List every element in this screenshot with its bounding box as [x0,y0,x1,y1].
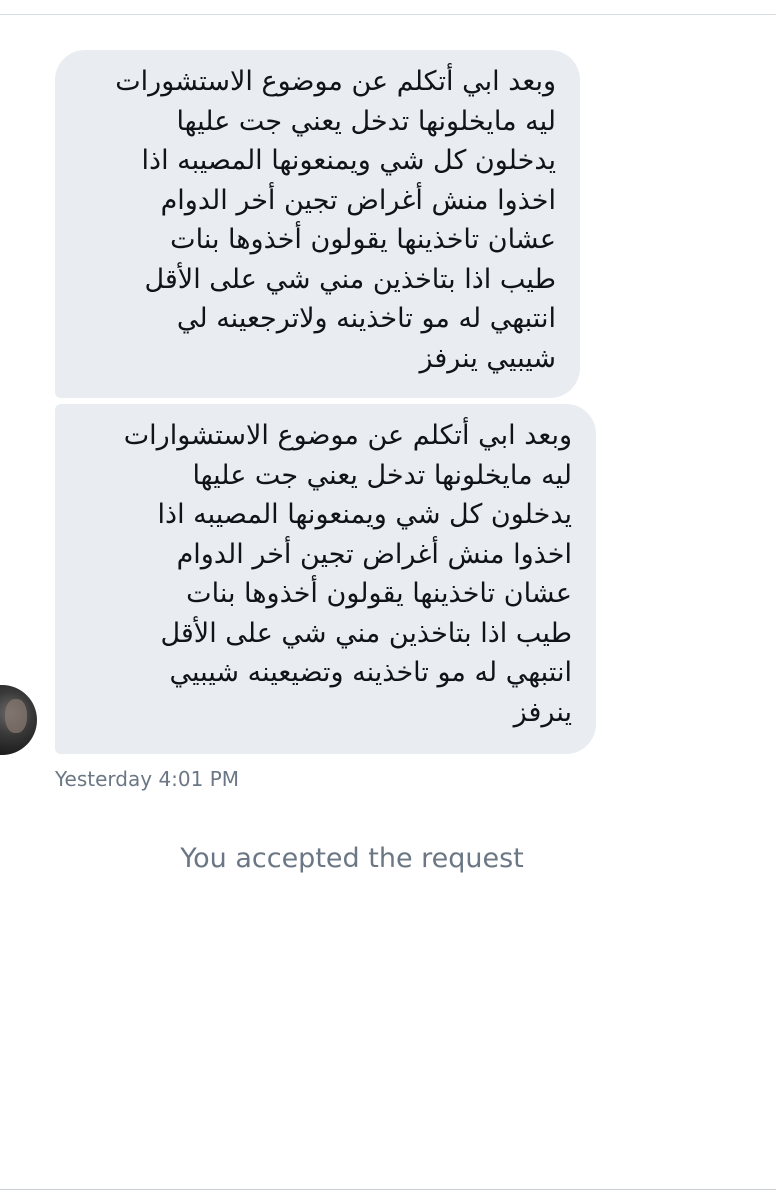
message-line: يدخلون كل شي ويمنعونها المصيبه اذا [157,499,572,530]
avatar-photo-icon [5,699,27,733]
message-line: ليه مايخلونها تدخل يعني جت عليها [192,459,572,491]
message-line: طيب اذا بتاخذين مني شي على الأقل [144,263,556,295]
message-line: شيبيي ينرفز [419,342,556,374]
sender-avatar[interactable] [0,685,37,755]
message-line: وبعد ابي أتكلم عن موضوع الاستشوارات [123,420,572,451]
top-divider [0,14,776,15]
message-timestamp: Yesterday 4:01 PM [55,767,240,791]
message-line: اخذوا منش أغراض تجين أخر الدوام [160,184,556,216]
message-bubble[interactable]: وبعد ابي أتكلم عن موضوع الاستشورات ليه م… [55,50,580,398]
message-line: وبعد ابي أتكلم عن موضوع الاستشورات [115,66,556,97]
message-line: عشان تاخذينها يقولون أخذوها بنات [170,224,556,255]
message-line: ليه مايخلونها تدخل يعني جت عليها [176,105,556,137]
request-accepted-notice: You accepted the request [180,843,524,874]
message-bubble[interactable]: وبعد ابي أتكلم عن موضوع الاستشوارات ليه … [55,404,596,754]
message-line: طيب اذا بتاخذين مني شي على الأقل [160,617,572,649]
message-line: عشان تاخذينها يقولون أخذوها بنات [186,578,572,609]
message-line: ينرفز [513,696,572,728]
message-line: يدخلون كل شي ويمنعونها المصيبه اذا [141,145,556,176]
message-line: انتبهي له مو تاخذينه وتضيعينه شيبيي [169,657,572,688]
bottom-divider [0,1189,776,1190]
message-line: انتبهي له مو تاخذينه ولاترجعينه لي [176,303,556,334]
message-line: اخذوا منش أغراض تجين أخر الدوام [176,538,572,570]
